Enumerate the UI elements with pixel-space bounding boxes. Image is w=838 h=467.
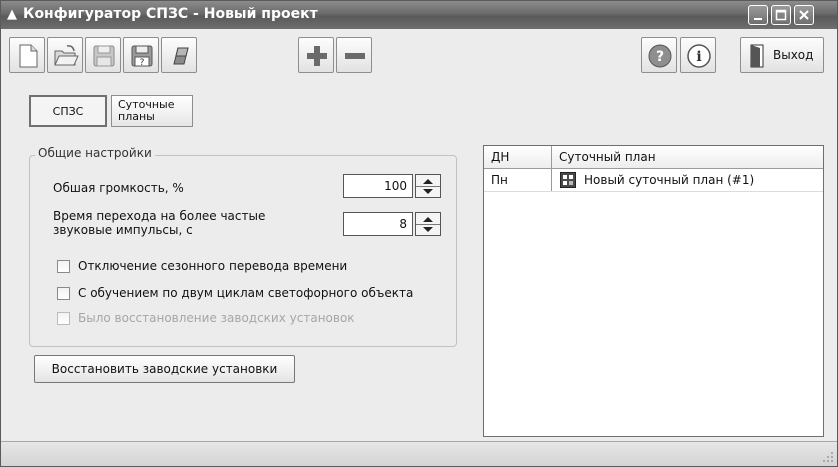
schedule-table: ДН Суточный план Пн Новый суточный план …: [483, 145, 824, 437]
volume-spinner-arrows: [415, 174, 441, 198]
save-as-button[interactable]: ?: [123, 37, 159, 73]
table-row[interactable]: Пн Новый суточный план (#1): [484, 169, 823, 192]
open-button[interactable]: [47, 37, 83, 73]
transition-spinner: 8: [343, 212, 441, 236]
help-icon: ?: [648, 44, 672, 68]
door-exit-icon: [750, 44, 764, 68]
restore-defaults-button[interactable]: Восстановить заводские установки: [34, 355, 295, 383]
remove-button[interactable]: [336, 37, 372, 73]
tab-daily-plans-label-2: планы: [118, 110, 155, 123]
transition-label-line1: Время перехода на более частые: [53, 209, 266, 223]
volume-input[interactable]: 100: [343, 174, 413, 198]
general-settings-caption: Общие настройки: [35, 146, 155, 160]
column-header-plan[interactable]: Суточный план: [552, 146, 822, 168]
arrow-up-icon: [423, 217, 433, 222]
transition-spinner-arrows: [415, 212, 441, 236]
svg-text:?: ?: [656, 49, 664, 65]
add-button[interactable]: [298, 37, 334, 73]
window-title: Конфигуратор СПЗС - Новый проект: [23, 6, 318, 22]
arrow-down-icon: [423, 227, 433, 232]
maximize-button[interactable]: [771, 5, 791, 25]
two-cycles-checkbox[interactable]: [57, 287, 70, 300]
exit-label: Выход: [773, 48, 814, 62]
daily-plan-icon: [560, 172, 576, 188]
save-button[interactable]: [85, 37, 121, 73]
maximize-icon: [775, 9, 787, 21]
main-window: ▲ Конфигуратор СПЗС - Новый проект ? ? i…: [0, 0, 838, 467]
info-button[interactable]: i: [680, 37, 716, 73]
volume-spinner: 100: [343, 174, 441, 198]
plus-icon: [307, 46, 327, 66]
factory-restored-checkbox: [57, 312, 70, 325]
season-time-label: Отключение сезонного перевода времени: [78, 259, 348, 273]
two-cycles-label: С обучением по двум циклам светофорного …: [78, 286, 414, 300]
warning-triangle-icon: ▲: [7, 7, 17, 22]
minimize-icon: [754, 18, 762, 20]
save-disk-icon: [93, 45, 115, 67]
status-bar: [1, 441, 837, 466]
row-plan-name: Новый суточный план (#1): [584, 173, 755, 187]
factory-restored-label: Было восстановление заводских установок: [78, 311, 355, 325]
title-bar[interactable]: ▲ Конфигуратор СПЗС - Новый проект: [1, 1, 837, 29]
minimize-button[interactable]: [748, 5, 768, 25]
clear-button[interactable]: [161, 37, 197, 73]
transition-down-button[interactable]: [416, 224, 440, 235]
close-icon: [799, 10, 809, 20]
svg-text:i: i: [696, 49, 701, 65]
volume-label: Обшая громкость, %: [53, 181, 184, 195]
season-time-checkbox[interactable]: [57, 260, 70, 273]
svg-text:?: ?: [140, 58, 145, 68]
info-icon: i: [687, 44, 711, 68]
open-folder-icon: [54, 45, 79, 66]
table-header: ДН Суточный план: [484, 146, 823, 169]
tab-daily-plans[interactable]: Суточные планы: [111, 95, 193, 127]
transition-label-line2: звуковые импульсы, с: [53, 223, 193, 237]
row-day-cell: Пн: [491, 173, 508, 187]
tab-spzs[interactable]: СПЗС: [29, 95, 107, 127]
arrow-up-icon: [423, 179, 433, 184]
save-as-disk-icon: ?: [131, 45, 153, 68]
tab-spzs-label: СПЗС: [52, 105, 84, 118]
new-document-icon: [19, 44, 38, 68]
new-button[interactable]: [9, 37, 45, 73]
minus-icon: [345, 53, 365, 59]
resize-grip-icon[interactable]: [822, 451, 834, 463]
help-button[interactable]: ?: [641, 37, 677, 73]
volume-down-button[interactable]: [416, 186, 440, 197]
close-button[interactable]: [794, 5, 814, 25]
row-plan-cell: Новый суточный план (#1): [552, 169, 822, 191]
arrow-down-icon: [423, 189, 433, 194]
column-header-day[interactable]: ДН: [484, 146, 551, 168]
transition-input[interactable]: 8: [343, 212, 413, 236]
exit-button[interactable]: Выход: [740, 37, 824, 73]
eraser-icon: [173, 47, 189, 65]
